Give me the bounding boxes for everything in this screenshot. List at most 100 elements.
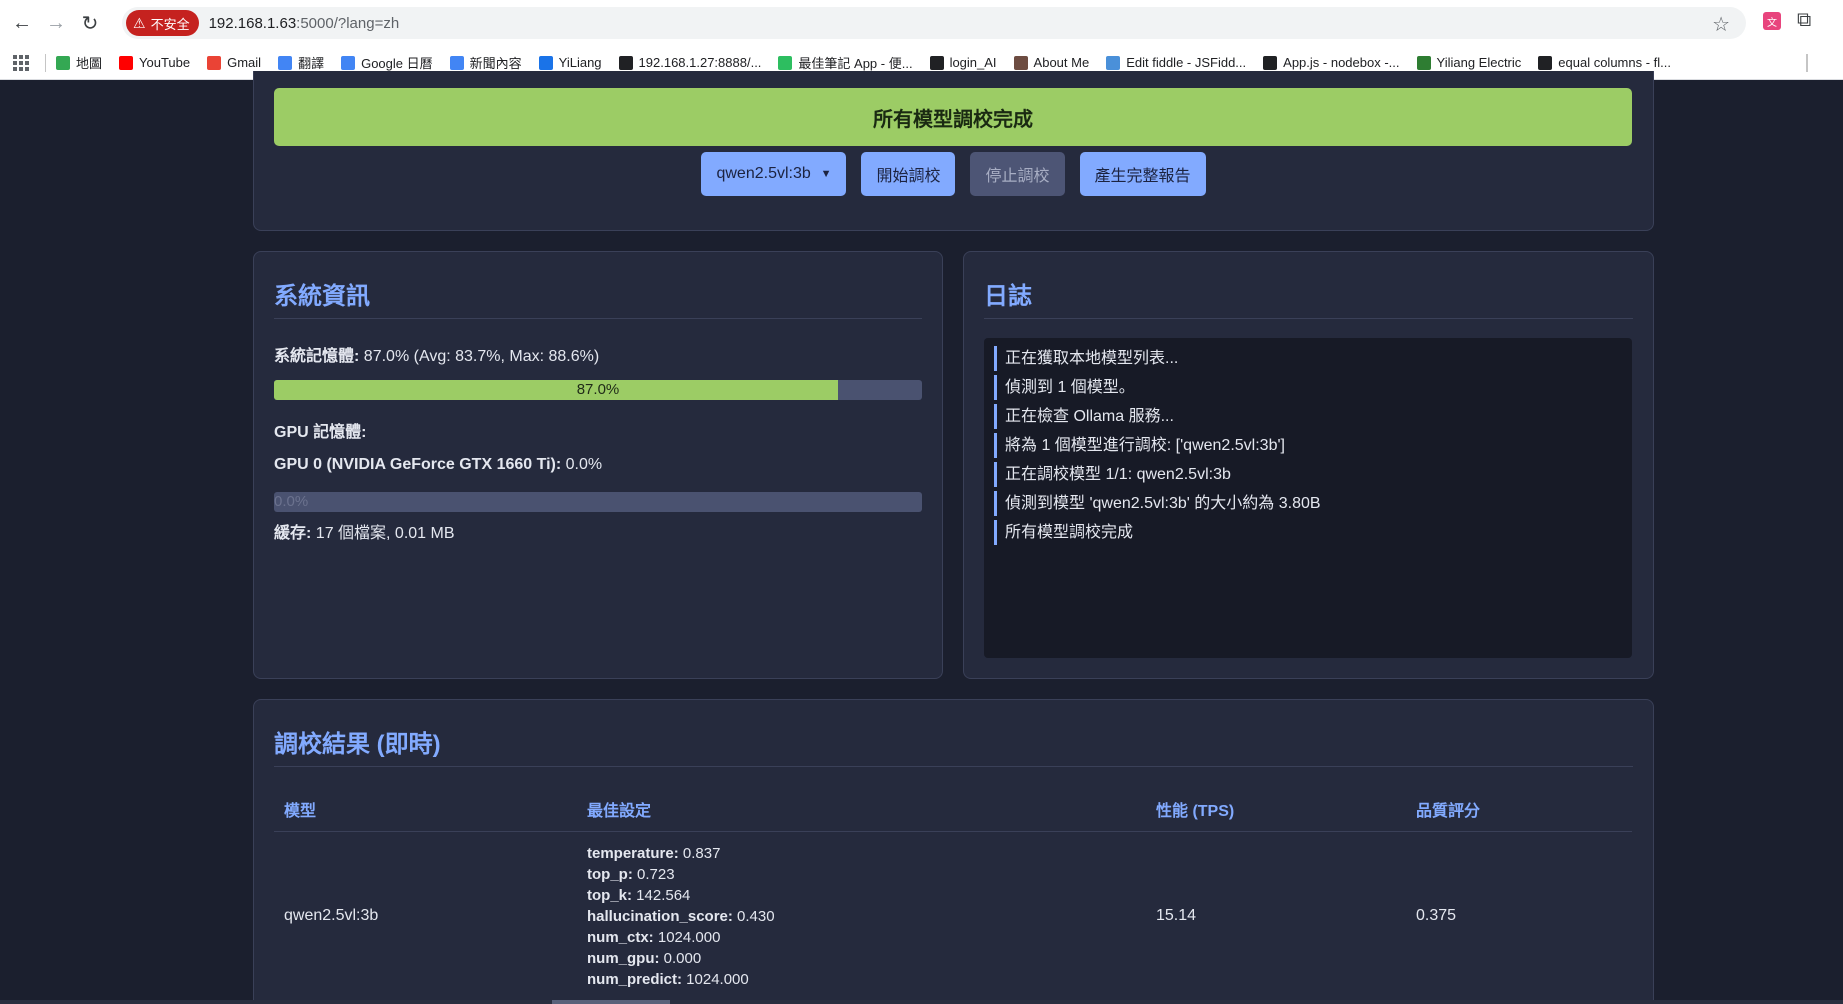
youtube-icon — [119, 55, 134, 70]
setting-line: hallucination_score: 0.430 — [587, 906, 1146, 927]
extensions-puzzle-icon[interactable]: ⧉ — [1797, 9, 1811, 32]
bookmark-label: YouTube — [139, 55, 191, 70]
bookmark-label: Google 日曆 — [361, 56, 433, 71]
bookmark-item[interactable]: equal columns - fl... — [1538, 55, 1671, 70]
log-line: 將為 1 個模型進行調校: ['qwen2.5vl:3b'] — [994, 433, 1622, 458]
setting-key: num_ctx: — [587, 928, 654, 946]
setting-line: num_ctx: 1024.000 — [587, 927, 1146, 948]
url-path: :5000/?lang=zh — [296, 14, 400, 32]
horizontal-scrollbar[interactable] — [0, 1000, 1843, 1004]
control-buttons: qwen2.5vl:3b ▼ 開始調校 停止調校 產生完整報告 — [254, 152, 1653, 196]
insecure-badge[interactable]: ⚠ 不安全 — [126, 10, 199, 36]
bookmark-item[interactable]: login_AI — [929, 55, 997, 70]
setting-key: top_k: — [587, 886, 632, 904]
model-name-cell: qwen2.5vl:3b — [284, 907, 379, 924]
start-tuning-button[interactable]: 開始調校 — [861, 152, 956, 196]
bookmark-item[interactable]: App.js - nodebox -... — [1263, 55, 1400, 70]
calendar-icon — [341, 55, 356, 70]
setting-key: temperature: — [587, 844, 679, 862]
divider — [984, 318, 1633, 319]
bookmark-item[interactable]: Google 日曆 — [341, 53, 433, 72]
gpu0-memory-bar: 0.0% — [274, 492, 922, 512]
best-settings-cell: temperature: 0.837 top_p: 0.723 top_k: 142… — [577, 843, 1146, 990]
url-text[interactable]: 192.168.1.63:5000/?lang=zh — [209, 15, 400, 32]
setting-line: temperature: 0.837 — [587, 843, 1146, 864]
bookmark-item[interactable]: YiLiang — [538, 55, 602, 70]
log-panel: 日誌 正在獲取本地模型列表... 偵測到 1 個模型。 正在檢查 Ollama 服務… — [963, 251, 1654, 679]
bookmark-separator — [45, 53, 46, 72]
system-info-panel: 系統資訊 系統記憶體: 87.0% (Avg: 83.7%, Max: 88.6… — [253, 251, 943, 679]
system-info-title: 系統資訊 — [274, 283, 370, 310]
translate-extension-icon[interactable]: 文 — [1763, 12, 1781, 30]
control-panel: 所有模型調校完成 qwen2.5vl:3b ▼ 開始調校 停止調校 產生完整報告 — [253, 71, 1654, 231]
address-bar[interactable]: ⚠ 不安全 192.168.1.63:5000/?lang=zh ☆ — [122, 7, 1746, 39]
log-line: 所有模型調校完成 — [994, 520, 1622, 545]
news-icon — [449, 55, 464, 70]
bookmark-label: 192.168.1.27:8888/... — [638, 55, 762, 70]
log-line: 偵測到模型 'qwen2.5vl:3b' 的大小約為 3.80B — [994, 491, 1622, 516]
log-output[interactable]: 正在獲取本地模型列表... 偵測到 1 個模型。 正在檢查 Ollama 服務...… — [984, 338, 1632, 658]
log-line: 正在調校模型 1/1: qwen2.5vl:3b — [994, 462, 1622, 487]
bookmark-label: login_AI — [949, 55, 997, 70]
gmail-icon — [207, 55, 222, 70]
column-header-model: 模型 — [284, 802, 317, 820]
reload-icon[interactable]: ↻ — [73, 6, 107, 40]
column-header-quality: 品質評分 — [1416, 802, 1481, 820]
bookmark-item[interactable]: YouTube — [119, 55, 190, 70]
bookmark-star-icon[interactable]: ☆ — [1712, 12, 1730, 37]
forward-arrow-icon[interactable]: → — [39, 6, 73, 40]
model-select[interactable]: qwen2.5vl:3b ▼ — [701, 152, 847, 196]
system-memory-line: 系統記憶體: 87.0% (Avg: 83.7%, Max: 88.6%) — [274, 342, 599, 366]
quality-score-cell: 0.375 — [1416, 907, 1457, 924]
apps-grid-icon[interactable] — [13, 54, 29, 71]
bookmark-item[interactable]: 翻譯 — [278, 53, 324, 72]
bookmark-item[interactable]: Yiliang Electric — [1416, 55, 1521, 70]
system-memory-value: 87.0% (Avg: 83.7%, Max: 88.6%) — [363, 348, 600, 365]
bookmark-label: 翻譯 — [298, 56, 325, 71]
bookmark-item[interactable]: Edit fiddle - JSFidd... — [1106, 55, 1246, 70]
yiliang-icon — [538, 55, 553, 70]
column-header-best-settings: 最佳設定 — [587, 802, 652, 820]
bookmark-label: Gmail — [227, 55, 262, 70]
generate-report-button[interactable]: 產生完整報告 — [1079, 152, 1206, 196]
bookmark-item[interactable]: 192.168.1.27:8888/... — [618, 55, 762, 70]
setting-value: 0.837 — [678, 844, 721, 862]
divider — [274, 766, 1633, 767]
warning-icon: ⚠ — [133, 15, 146, 31]
gpu0-label: GPU 0 (NVIDIA GeForce GTX 1660 Ti): — [274, 456, 562, 473]
setting-value: 0.723 — [632, 865, 675, 883]
log-title: 日誌 — [984, 283, 1032, 310]
gpu0-memory-bar-label: 0.0% — [274, 493, 309, 510]
setting-value: 0.430 — [732, 907, 775, 925]
maps-icon — [56, 55, 70, 70]
scrollbar-thumb[interactable] — [552, 1000, 670, 1004]
translate-icon — [278, 55, 293, 70]
setting-value: 1024.000 — [682, 970, 749, 988]
url-host: 192.168.1.63 — [208, 14, 297, 32]
gpu0-line: GPU 0 (NVIDIA GeForce GTX 1660 Ti): 0.0% — [274, 456, 602, 474]
bookmark-item[interactable]: 最佳筆記 App - 便... — [778, 53, 913, 72]
system-memory-bar: 87.0% — [274, 380, 922, 400]
setting-value: 1024.000 — [653, 928, 721, 946]
globe-icon — [618, 55, 633, 70]
tps-cell: 15.14 — [1156, 907, 1197, 924]
system-memory-label: 系統記憶體: — [274, 348, 360, 365]
bookmark-item[interactable]: 新聞內容 — [449, 53, 522, 72]
model-select-value: qwen2.5vl:3b — [716, 165, 811, 182]
results-table-body: qwen2.5vl:3b temperature: 0.837 top_p: 0.7… — [274, 832, 1632, 1000]
setting-key: num_predict: — [587, 970, 683, 988]
stop-tuning-button[interactable]: 停止調校 — [970, 152, 1065, 196]
bookmark-label: 最佳筆記 App - 便... — [798, 56, 913, 71]
table-row: qwen2.5vl:3b temperature: 0.837 top_p: 0.7… — [274, 832, 1632, 1000]
results-panel: 調校結果 (即時) 模型 最佳設定 性能 (TPS) 品質評分 qwen2.5v… — [253, 699, 1654, 1004]
gpu-memory-heading-label: GPU 記憶體: — [274, 424, 367, 441]
bookmark-item[interactable]: 地圖 — [56, 53, 102, 72]
browser-toolbar: ← → ↻ ⚠ 不安全 192.168.1.63:5000/?lang=zh ☆… — [0, 0, 1843, 46]
back-arrow-icon[interactable]: ← — [5, 6, 39, 40]
codepen-icon — [1538, 55, 1553, 70]
divider — [274, 318, 922, 319]
setting-line: num_gpu: 0.000 — [587, 948, 1146, 969]
bookmark-item[interactable]: About Me — [1013, 55, 1089, 70]
bookmark-item[interactable]: Gmail — [207, 55, 261, 70]
bookmark-label: 新聞內容 — [469, 56, 522, 71]
